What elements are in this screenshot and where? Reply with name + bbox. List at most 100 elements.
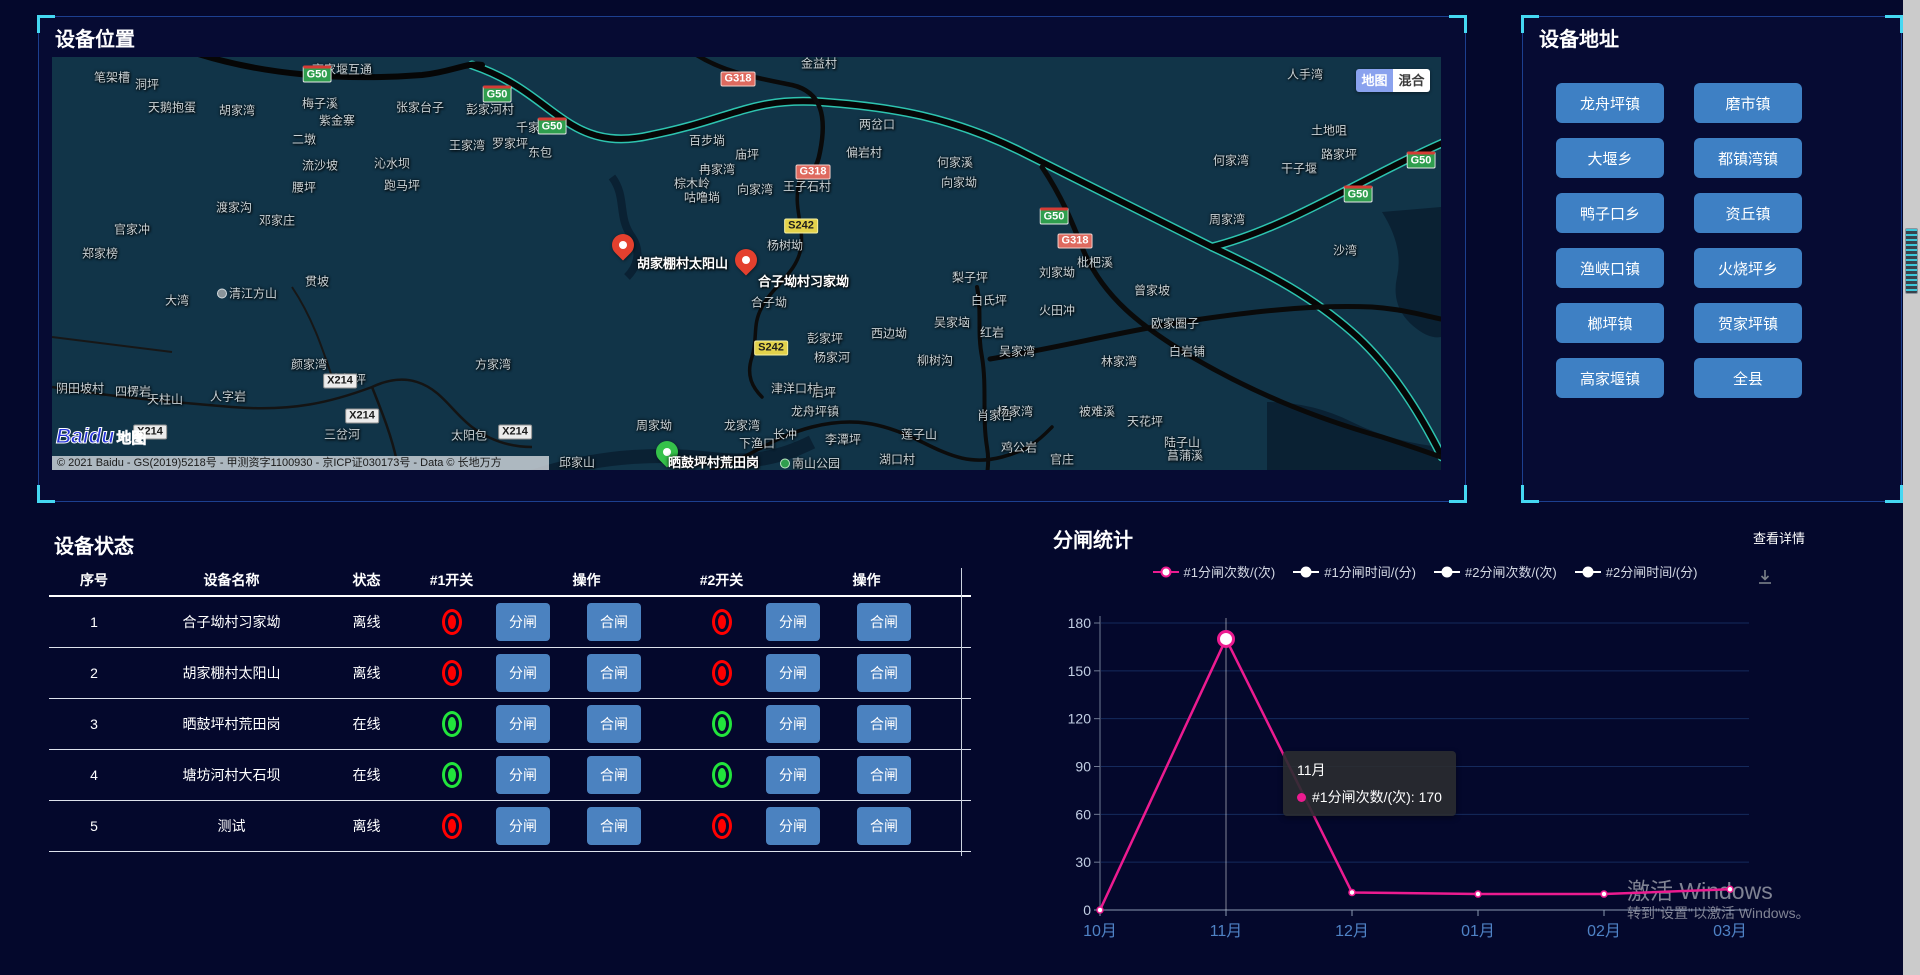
- map-place-label: 王子石村: [783, 178, 831, 195]
- address-button[interactable]: 大堰乡: [1556, 138, 1664, 178]
- corner-decoration: [1521, 485, 1539, 503]
- table-row: 2胡家棚村太阳山离线分闸合闸分闸合闸: [49, 648, 971, 699]
- baidu-logo: Baidu地图: [56, 425, 146, 449]
- close-switch-button[interactable]: 合闸: [857, 705, 911, 743]
- indicator-core: [448, 717, 456, 731]
- map-type-option-hybrid[interactable]: 混合: [1393, 69, 1430, 92]
- y-tick-label: 90: [1075, 759, 1091, 775]
- view-details-link[interactable]: 查看详情: [1753, 528, 1805, 547]
- download-icon[interactable]: [1756, 568, 1774, 591]
- open-switch-button[interactable]: 分闸: [766, 603, 820, 641]
- legend-item[interactable]: #1分闸时间/(分): [1293, 562, 1416, 581]
- map-place-label: 沁水坝: [374, 155, 410, 172]
- x-tick-label: 12月: [1335, 923, 1369, 940]
- open-switch-button[interactable]: 分闸: [766, 807, 820, 845]
- road-badge: G318: [796, 165, 831, 180]
- close-switch-button[interactable]: 合闸: [857, 756, 911, 794]
- address-button[interactable]: 高家堰镇: [1556, 358, 1664, 398]
- switch-cell: [679, 609, 764, 635]
- map-place-label: 土地咀: [1311, 122, 1347, 139]
- close-switch-button[interactable]: 合闸: [857, 807, 911, 845]
- map-place-label: 胡家湾: [219, 102, 255, 119]
- address-button[interactable]: 磨市镇: [1694, 83, 1802, 123]
- close-switch-button[interactable]: 合闸: [857, 654, 911, 692]
- address-button[interactable]: 全县: [1694, 358, 1802, 398]
- map-place-label: 阴田坡村: [56, 380, 104, 397]
- table-row: 3晒鼓坪村荒田岗在线分闸合闸分闸合闸: [49, 699, 971, 750]
- open-switch-button[interactable]: 分闸: [766, 654, 820, 692]
- legend-line-icon: [1575, 566, 1601, 578]
- map-place-label: 红岩: [980, 324, 1004, 341]
- close-switch-button[interactable]: 合闸: [857, 603, 911, 641]
- road-badge: G318: [721, 72, 756, 87]
- switch-indicator-1: [442, 609, 462, 635]
- scrollbar-thumb[interactable]: [1905, 228, 1918, 294]
- switch-indicator-2: [712, 711, 732, 737]
- table-scrollbar[interactable]: [961, 568, 962, 856]
- map-place-label: 金益村: [801, 57, 837, 72]
- close-switch-button[interactable]: 合闸: [587, 654, 641, 692]
- address-button[interactable]: 火烧坪乡: [1694, 248, 1802, 288]
- legend-item[interactable]: #2分闸次数/(次): [1434, 562, 1557, 581]
- map-place-label: 偏岩村: [846, 144, 882, 161]
- column-header: 序号: [49, 570, 139, 590]
- legend-label: #2分闸时间/(分): [1606, 562, 1698, 581]
- close-switch-button[interactable]: 合闸: [587, 756, 641, 794]
- series-dot-icon: [1297, 793, 1306, 802]
- address-button[interactable]: 渔峡口镇: [1556, 248, 1664, 288]
- y-tick-label: 120: [1068, 711, 1092, 727]
- x-tick-label: 01月: [1461, 923, 1495, 940]
- x-tick-label: 02月: [1587, 923, 1621, 940]
- close-switch-button[interactable]: 合闸: [587, 705, 641, 743]
- road-badge: G50: [1344, 186, 1373, 203]
- map-type-toggle[interactable]: 地图 混合: [1356, 69, 1430, 92]
- row-index: 2: [49, 665, 139, 681]
- open-switch-button[interactable]: 分闸: [496, 807, 550, 845]
- close-switch-button[interactable]: 合闸: [587, 807, 641, 845]
- map-place-label: 紫金寨: [319, 112, 355, 129]
- map-place-label: 龙家湾: [724, 417, 760, 434]
- open-switch-button[interactable]: 分闸: [496, 603, 550, 641]
- status-text: 在线: [324, 714, 409, 734]
- open-switch-button[interactable]: 分闸: [766, 705, 820, 743]
- open-switch-button[interactable]: 分闸: [766, 756, 820, 794]
- indicator-core: [448, 768, 456, 782]
- address-button[interactable]: 都镇湾镇: [1694, 138, 1802, 178]
- page-scrollbar[interactable]: [1903, 0, 1920, 975]
- pin-label: 合子坳村习家坳: [758, 271, 849, 290]
- address-button[interactable]: 龙舟坪镇: [1556, 83, 1664, 123]
- map-place-label: 何家湾: [1213, 152, 1249, 169]
- legend-label: #2分闸次数/(次): [1465, 562, 1557, 581]
- map-place-label: 曾家坡: [1134, 282, 1170, 299]
- y-tick-label: 150: [1068, 663, 1092, 679]
- legend-label: #1分闸时间/(分): [1324, 562, 1416, 581]
- map-place-label: 庙坪: [735, 146, 759, 163]
- pin-label: 胡家棚村太阳山: [637, 253, 728, 272]
- x-tick-label: 10月: [1083, 923, 1117, 940]
- open-switch-button[interactable]: 分闸: [496, 705, 550, 743]
- address-button[interactable]: 资丘镇: [1694, 193, 1802, 233]
- baidu-map[interactable]: 笔架槽洞坪天鹅抱蛋胡家湾高家堰互通梅子溪紫金寨二墩流沙坡沁水坝腰坪跑马坪渡家沟邓…: [52, 57, 1441, 470]
- open-switch-button[interactable]: 分闸: [496, 756, 550, 794]
- status-text: 离线: [324, 612, 409, 632]
- address-button[interactable]: 鸭子口乡: [1556, 193, 1664, 233]
- column-header: 设备名称: [139, 570, 324, 590]
- map-place-label: 颜家湾: [291, 356, 327, 373]
- map-place-label: 天柱山: [147, 391, 183, 408]
- table-row: 1合子坳村习家坳离线分闸合闸分闸合闸: [49, 597, 971, 648]
- legend-item[interactable]: #1分闸次数/(次): [1153, 562, 1276, 581]
- road-badge: G50: [538, 118, 567, 135]
- tooltip-entry-text: #1分闸次数/(次): 170: [1312, 789, 1442, 805]
- device-location-title: 设备位置: [55, 23, 135, 52]
- device-name: 测试: [139, 816, 324, 836]
- close-switch-button[interactable]: 合闸: [587, 603, 641, 641]
- trip-stats-title: 分闸统计: [1053, 524, 1133, 553]
- device-name: 晒鼓坪村荒田岗: [139, 714, 324, 734]
- legend-item[interactable]: #2分闸时间/(分): [1575, 562, 1698, 581]
- device-address-title: 设备地址: [1539, 23, 1619, 52]
- open-switch-button[interactable]: 分闸: [496, 654, 550, 692]
- device-address-panel: 设备地址 龙舟坪镇磨市镇大堰乡都镇湾镇鸭子口乡资丘镇渔峡口镇火烧坪乡榔坪镇贺家坪…: [1522, 16, 1902, 502]
- map-type-option-map[interactable]: 地图: [1356, 69, 1393, 92]
- address-button[interactable]: 榔坪镇: [1556, 303, 1664, 343]
- address-button[interactable]: 贺家坪镇: [1694, 303, 1802, 343]
